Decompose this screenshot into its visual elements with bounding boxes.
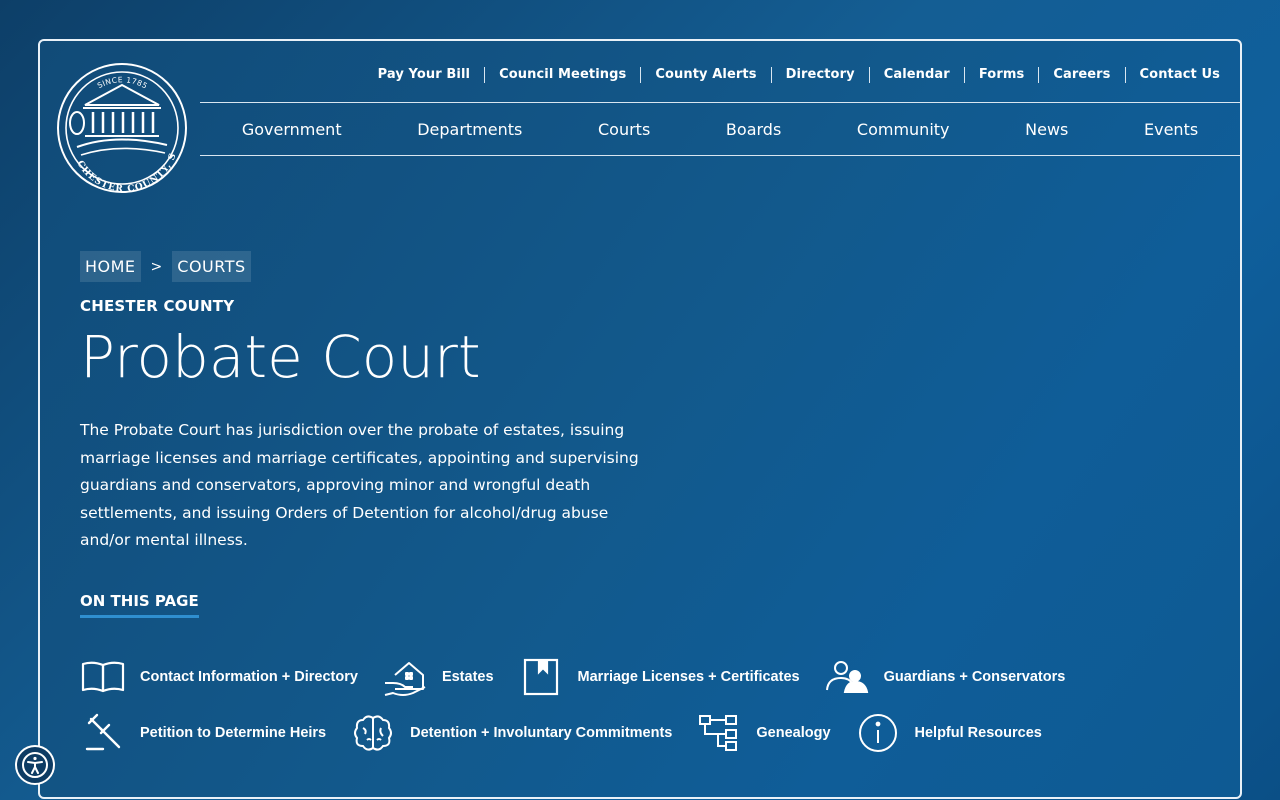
on-this-page-links: Contact Information + Directory Estates: [80, 655, 1200, 767]
page-intro: The Probate Court has jurisdiction over …: [80, 421, 639, 549]
page-link-detention[interactable]: Detention + Involuntary Commitments: [350, 711, 672, 755]
bookmark-icon: [518, 655, 564, 699]
main-nav-government[interactable]: Government: [242, 120, 342, 139]
house-in-hand-icon: [382, 655, 428, 699]
info-icon: [855, 711, 901, 755]
utility-link-calendar[interactable]: Calendar: [868, 67, 964, 83]
brain-icon: [350, 711, 396, 755]
utility-link-county-alerts[interactable]: County Alerts: [640, 67, 770, 83]
page-link-guardians[interactable]: Guardians + Conservators: [824, 655, 1066, 699]
links-row: Contact Information + Directory Estates: [80, 655, 1200, 699]
main-nav-courts[interactable]: Courts: [598, 120, 650, 139]
utility-link-council-meetings[interactable]: Council Meetings: [484, 67, 640, 83]
page-link-label: Petition to Determine Heirs: [140, 725, 327, 741]
breadcrumb: HOME > COURTS: [80, 251, 251, 282]
main-nav-events[interactable]: Events: [1144, 120, 1198, 139]
page-link-label: Detention + Involuntary Commitments: [410, 725, 673, 741]
main-nav: Government Departments Courts Boards Com…: [200, 102, 1240, 156]
breadcrumb-courts[interactable]: COURTS: [172, 251, 251, 282]
page-link-label: Estates: [441, 669, 494, 685]
utility-link-contact-us[interactable]: Contact Us: [1124, 67, 1234, 83]
accessibility-button[interactable]: [15, 745, 55, 785]
page-link-contact-information[interactable]: Contact Information + Directory: [80, 655, 358, 699]
on-this-page-heading: ON THIS PAGE: [80, 592, 199, 618]
utility-link-forms[interactable]: Forms: [963, 67, 1038, 83]
main-nav-boards[interactable]: Boards: [726, 120, 781, 139]
svg-text:SINCE 1785: SINCE 1785: [96, 75, 149, 90]
page-link-petition-heirs[interactable]: Petition to Determine Heirs: [80, 711, 326, 755]
page-frame: SINCE 1785 CHESTER COUNTY, SC Pay Your B…: [38, 39, 1242, 799]
breadcrumb-home[interactable]: HOME: [80, 251, 141, 282]
page-link-estates[interactable]: Estates: [382, 655, 494, 699]
utility-link-careers[interactable]: Careers: [1038, 67, 1124, 83]
people-icon: [824, 655, 870, 699]
page-title: Probate Court: [80, 323, 481, 391]
main-nav-departments[interactable]: Departments: [417, 120, 522, 139]
book-icon: [80, 655, 126, 699]
gavel-icon: [80, 711, 126, 755]
page-link-marriage-licenses[interactable]: Marriage Licenses + Certificates: [518, 655, 800, 699]
main-nav-community[interactable]: Community: [857, 120, 950, 139]
page-link-genealogy[interactable]: Genealogy: [696, 711, 831, 755]
page-link-helpful-resources[interactable]: Helpful Resources: [855, 711, 1042, 755]
page-link-label: Contact Information + Directory: [140, 669, 358, 685]
utility-nav: Pay Your Bill Council Meetings County Al…: [364, 65, 1234, 85]
page-link-label: Genealogy: [756, 725, 831, 741]
page-link-label: Marriage Licenses + Certificates: [577, 669, 800, 685]
page-link-label: Guardians + Conservators: [883, 669, 1066, 685]
family-tree-icon: [696, 711, 742, 755]
main-nav-news[interactable]: News: [1025, 120, 1068, 139]
links-row: Petition to Determine Heirs Detention + …: [80, 711, 1200, 755]
utility-link-pay-your-bill[interactable]: Pay Your Bill: [364, 67, 484, 83]
page-eyebrow: CHESTER COUNTY: [80, 297, 235, 315]
page-link-label: Helpful Resources: [914, 725, 1042, 741]
accessibility-icon: [22, 752, 48, 778]
breadcrumb-separator: >: [150, 258, 163, 275]
utility-link-directory[interactable]: Directory: [770, 67, 869, 83]
chester-county-seal-logo[interactable]: SINCE 1785 CHESTER COUNTY, SC: [55, 61, 189, 195]
